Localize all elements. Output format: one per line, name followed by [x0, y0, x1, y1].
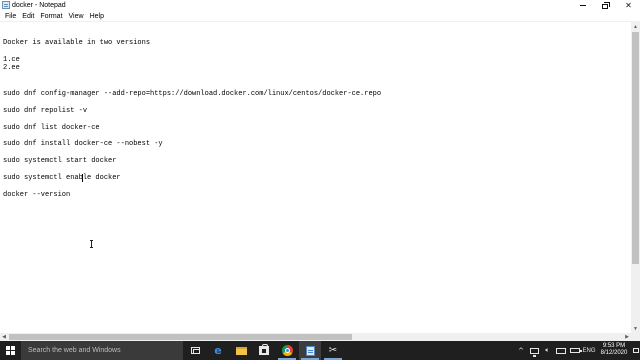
horizontal-scrollbar[interactable]: ◀ ▶: [0, 333, 631, 341]
clock-date: 8/12/2020: [600, 350, 628, 356]
taskbar-edge[interactable]: e: [207, 341, 229, 360]
windows-logo-icon: [6, 346, 15, 355]
scrollbar-corner: [631, 333, 640, 341]
editor-line: sudo dnf install docker-ce --nobest -y: [3, 140, 163, 148]
keyboard-icon: [556, 347, 566, 354]
network-button[interactable]: [527, 341, 541, 360]
menu-edit[interactable]: Edit: [19, 12, 37, 21]
network-icon: [529, 347, 539, 357]
menu-file[interactable]: File: [2, 12, 19, 21]
editor-line: Docker is available in two versions: [3, 39, 151, 47]
text-editor[interactable]: Docker is available in two versions 1.ce…: [0, 22, 631, 333]
scroll-right-arrow-icon[interactable]: ▶: [623, 333, 631, 341]
editor-line: sudo dnf repolist -v: [3, 107, 88, 115]
action-center-button[interactable]: [631, 341, 640, 360]
minimize-button[interactable]: [571, 0, 594, 11]
close-icon: ✕: [625, 1, 632, 10]
start-button[interactable]: [0, 341, 21, 360]
battery-button[interactable]: [568, 341, 582, 360]
store-icon: [259, 344, 269, 355]
text-caret: [82, 174, 83, 182]
window-title: docker - Notepad: [12, 2, 66, 9]
snipping-tool-icon: ✂: [328, 344, 338, 356]
input-language-button[interactable]: ENG: [582, 341, 596, 360]
maximize-button[interactable]: [594, 0, 617, 11]
notepad-icon: [305, 345, 315, 356]
volume-button[interactable]: 🔈︎: [541, 341, 554, 360]
editor-line: sudo systemctl start docker: [3, 157, 117, 165]
taskbar-chrome[interactable]: [276, 341, 298, 360]
menu-bar: File Edit Format View Help: [0, 11, 640, 21]
vertical-scrollbar[interactable]: ▲ ▼: [631, 22, 640, 333]
i-beam-cursor-icon: [90, 240, 94, 248]
scroll-down-arrow-icon[interactable]: ▼: [631, 324, 640, 333]
taskbar-file-explorer[interactable]: [230, 341, 252, 360]
taskbar-store[interactable]: [253, 341, 275, 360]
chrome-icon: [281, 345, 293, 356]
taskbar-task-view[interactable]: [184, 341, 206, 360]
menu-view[interactable]: View: [66, 12, 87, 21]
editor-line: sudo systemctl enable docker: [3, 174, 121, 182]
horizontal-scroll-thumb[interactable]: [9, 334, 352, 340]
maximize-icon: [601, 2, 610, 9]
clock-time: 9:53 PM: [602, 343, 626, 349]
menu-format[interactable]: Format: [37, 12, 65, 21]
taskbar-search-box[interactable]: Search the web and Windows: [21, 341, 183, 360]
editor-line: 2.ee: [3, 64, 20, 72]
taskbar-clock[interactable]: 9:53 PM 8/12/2020: [597, 343, 631, 357]
task-view-icon: [190, 347, 200, 354]
chevron-up-icon: ^: [518, 346, 524, 355]
taskbar-notepad[interactable]: [299, 341, 321, 360]
battery-icon: [570, 348, 582, 353]
close-button[interactable]: ✕: [617, 0, 640, 11]
edge-icon: e: [214, 344, 222, 357]
notification-icon: [632, 348, 639, 353]
scroll-up-arrow-icon[interactable]: ▲: [631, 22, 640, 31]
search-placeholder: Search the web and Windows: [28, 347, 121, 354]
minimize-icon: [579, 5, 586, 6]
scroll-left-arrow-icon[interactable]: ◀: [0, 333, 8, 341]
file-explorer-icon: [235, 346, 247, 355]
touch-keyboard-button[interactable]: [554, 341, 568, 360]
volume-icon: 🔈︎: [545, 346, 550, 354]
taskbar: Search the web and Windows e ✂ ^ 🔈︎ ENG …: [0, 341, 640, 360]
notepad-icon: [2, 1, 10, 9]
editor-line: docker --version: [3, 191, 71, 199]
vertical-scroll-thumb[interactable]: [632, 32, 639, 264]
menu-help[interactable]: Help: [87, 12, 107, 21]
taskbar-snipping-tool[interactable]: ✂: [322, 341, 344, 360]
editor-line: sudo dnf config-manager --add-repo=https…: [3, 90, 382, 98]
language-indicator: ENG: [582, 347, 596, 354]
show-hidden-icons-button[interactable]: ^: [515, 341, 527, 360]
editor-line: 1.ce: [3, 56, 20, 64]
editor-line: sudo dnf list docker-ce: [3, 124, 100, 132]
title-bar[interactable]: docker - Notepad ✕: [0, 0, 640, 11]
